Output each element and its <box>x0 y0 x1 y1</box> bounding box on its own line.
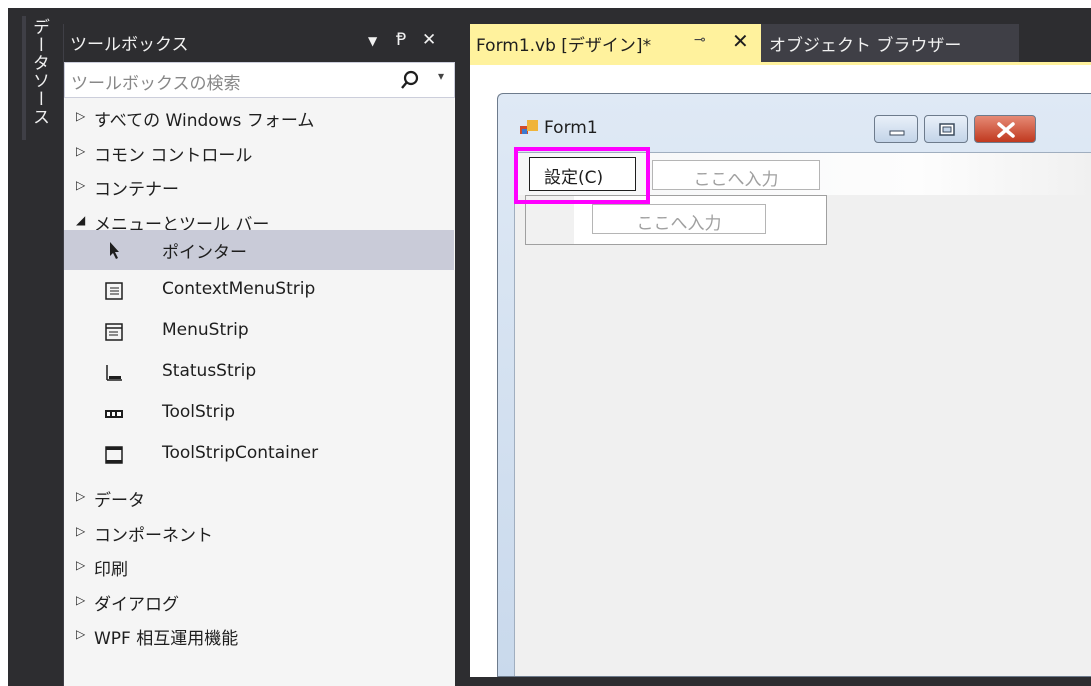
close-icon[interactable]: ✕ <box>422 30 436 50</box>
tab-object-browser-label: オブジェクト ブラウザー <box>769 36 962 56</box>
form1-title: Form1 <box>544 118 598 138</box>
toolbox-item[interactable]: StatusStrip <box>64 353 454 393</box>
collapsed-arrow-icon[interactable]: ▷ <box>76 489 85 503</box>
top-strip <box>0 0 1091 8</box>
maximize-icon <box>939 123 955 136</box>
toolbox-item-label: ToolStripContainer <box>162 443 319 463</box>
context-menu-strip-icon <box>104 281 124 301</box>
toolbox-item[interactable]: ToolStripContainer <box>64 435 454 475</box>
highlight-annotation <box>514 147 650 204</box>
toolbox-category-label: 印刷 <box>94 560 128 580</box>
tool-strip-container-icon <box>104 445 124 465</box>
tab-object-browser[interactable]: オブジェクト ブラウザー <box>761 24 1019 62</box>
status-strip-icon <box>104 363 124 383</box>
chevron-down-icon[interactable]: ▼ <box>368 34 377 48</box>
toolbox-category-label: データ <box>94 491 145 511</box>
toolbox-item[interactable]: MenuStrip <box>64 312 454 352</box>
toolbox-panel: ツールボックス ▼ Ᵽ ✕ ツールボックスの検索 ▾ ▷ すべての Windows… <box>63 24 455 686</box>
toolbox-category-label: コモン コントロール <box>94 145 253 166</box>
search-placeholder: ツールボックスの検索 <box>71 74 241 94</box>
toolbox-category-label: コンテナー <box>94 180 179 200</box>
toolbox-header: ツールボックス ▼ Ᵽ ✕ <box>64 24 455 62</box>
collapsed-arrow-icon[interactable]: ▷ <box>76 593 85 607</box>
dropdown-type-here-label: ここへ入力 <box>636 214 722 234</box>
toolbox-category[interactable]: ▷ WPF 相互運用機能 <box>64 616 454 656</box>
tab-form1-label: Form1.vb [デザイン]* <box>476 36 652 56</box>
side-tab-marker <box>22 16 26 140</box>
toolbox-item[interactable]: ポインター <box>64 230 454 270</box>
maximize-button[interactable] <box>924 115 968 143</box>
toolbox-category-label: すべての Windows フォーム <box>94 111 315 131</box>
data-source-tab-label: データソース <box>29 18 49 126</box>
bottom-strip <box>470 677 1091 686</box>
pin-icon[interactable]: Ᵽ <box>396 30 406 50</box>
toolbox-category-label: WPF 相互運用機能 <box>94 629 239 649</box>
form-icon <box>520 120 538 134</box>
window-close-button[interactable] <box>974 115 1036 143</box>
menu-strip-icon <box>104 322 124 342</box>
collapsed-arrow-icon[interactable]: ▷ <box>76 558 85 572</box>
toolbox-item-label: ToolStrip <box>162 402 235 422</box>
expanded-arrow-icon[interactable]: ◢ <box>76 213 85 227</box>
toolbox-item-label: ContextMenuStrip <box>162 279 316 299</box>
toolbox-category-label: ダイアログ <box>94 594 179 615</box>
form1-client-area[interactable]: 設定(C) ここへ入力 ここへ入力 <box>514 152 1091 676</box>
dropdown-type-here-box[interactable]: ここへ入力 <box>592 204 766 234</box>
toolbox-category-label: コンポーネント <box>94 525 213 546</box>
close-x-icon <box>997 122 1015 138</box>
tab-close-icon[interactable]: ✕ <box>732 29 749 53</box>
minimize-button[interactable] <box>874 115 918 143</box>
data-source-side-tab[interactable]: データソース <box>18 12 56 142</box>
toolbox-item[interactable]: ToolStrip <box>64 394 454 434</box>
tab-pin-icon[interactable]: ⊸ <box>694 32 706 48</box>
toolbox-item-label: StatusStrip <box>162 361 257 381</box>
menu-type-here-label: ここへ入力 <box>693 170 779 190</box>
tab-form1-design[interactable]: Form1.vb [デザイン]* ⊸ ✕ <box>470 24 761 62</box>
menu-type-here-box[interactable]: ここへ入力 <box>652 160 820 190</box>
tool-strip-icon <box>104 404 124 424</box>
toolbox-item[interactable]: ContextMenuStrip <box>64 271 454 311</box>
collapsed-arrow-icon[interactable]: ▷ <box>76 524 85 538</box>
pointer-icon <box>104 240 124 260</box>
toolbox-item-label: ポインター <box>162 243 247 263</box>
collapsed-arrow-icon[interactable]: ▷ <box>76 144 85 158</box>
search-options-chevron-icon[interactable]: ▾ <box>438 69 444 83</box>
toolbox-title: ツールボックス <box>70 35 189 55</box>
minimize-icon <box>889 130 905 136</box>
collapsed-arrow-icon[interactable]: ▷ <box>76 627 85 641</box>
collapsed-arrow-icon[interactable]: ▷ <box>76 178 85 192</box>
left-strip <box>0 0 8 686</box>
search-icon[interactable] <box>400 70 420 90</box>
document-tab-bar: Form1.vb [デザイン]* ⊸ ✕ オブジェクト ブラウザー <box>470 24 1091 62</box>
collapsed-arrow-icon[interactable]: ▷ <box>76 109 85 123</box>
toolbox-item-label: MenuStrip <box>162 320 249 340</box>
toolbox-search-input[interactable]: ツールボックスの検索 ▾ <box>64 62 455 98</box>
